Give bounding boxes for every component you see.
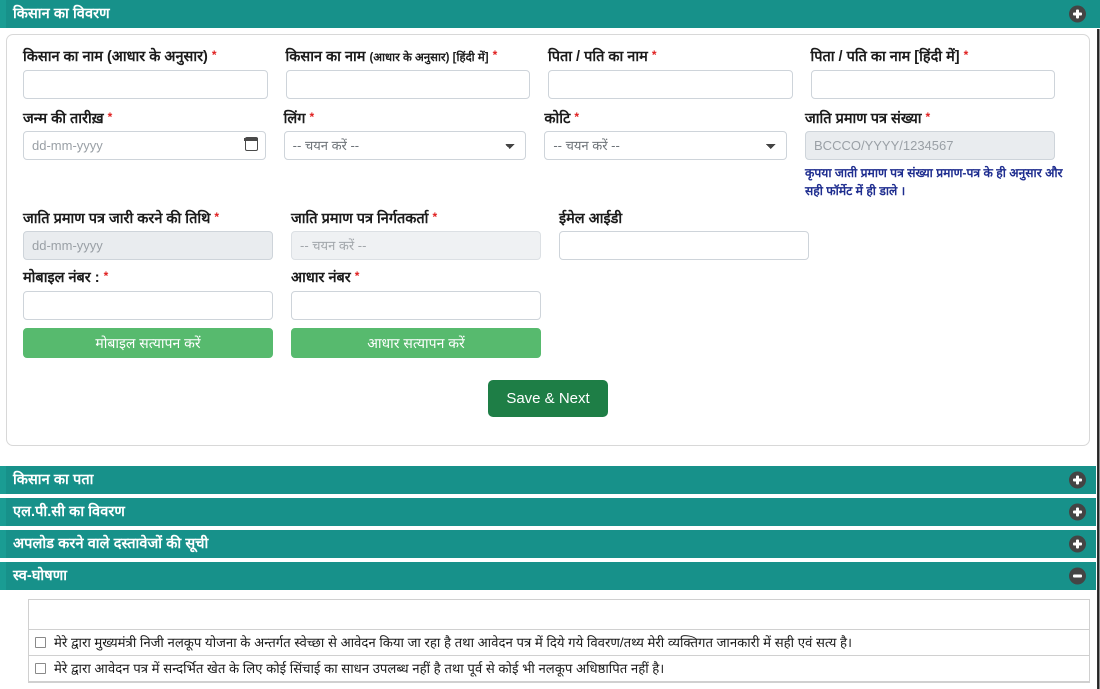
required-marker: * bbox=[211, 48, 217, 62]
save-next-button[interactable]: Save & Next bbox=[488, 380, 608, 418]
caste-certificate-hint: कृपया जाती प्रमाण पत्र संख्या प्रमाण-पत्… bbox=[805, 166, 1063, 199]
required-marker: * bbox=[651, 48, 657, 62]
field-email: ईमेल आईडी bbox=[559, 211, 827, 261]
field-caste-certificate-number: जाति प्रमाण पत्र संख्या * कृपया जाती प्र… bbox=[805, 109, 1073, 201]
declaration-text-1: मेरे द्वारा मुख्यमंत्री निजी नलकूप योजना… bbox=[54, 635, 853, 650]
field-mobile: मोबाइल नंबर : * मोबाइल सत्यापन करें bbox=[23, 269, 291, 359]
label-email: ईमेल आईडी bbox=[559, 210, 623, 227]
required-marker: * bbox=[309, 109, 315, 124]
caste-certificate-issue-date-input[interactable] bbox=[23, 231, 273, 261]
save-next-row: Save & Next bbox=[23, 380, 1073, 418]
plus-icon-lpc-details[interactable] bbox=[1069, 503, 1086, 521]
plus-icon-farmer-details[interactable] bbox=[1069, 5, 1086, 23]
father-husband-name-input[interactable] bbox=[548, 69, 793, 99]
accordion-title-farmer-address: किसान का पता bbox=[13, 471, 94, 488]
field-dob: जन्म की तारीख़ * bbox=[23, 109, 284, 201]
label-father-husband-name: पिता / पति का नाम * bbox=[548, 48, 657, 65]
mobile-input[interactable] bbox=[23, 291, 273, 321]
field-farmer-name-hindi: किसान का नाम (आधार के अनुसार) [हिंदी में… bbox=[285, 48, 549, 99]
form-row-dob-gender-category-caste: जन्म की तारीख़ * लिंग * -- चयन करें -- bbox=[23, 109, 1073, 201]
verify-mobile-button[interactable]: मोबाइल सत्यापन करें bbox=[23, 328, 273, 359]
label-caste-certificate-issue-date: जाति प्रमाण पत्र जारी करने की तिथि * bbox=[23, 209, 220, 227]
category-select[interactable]: -- चयन करें -- bbox=[544, 131, 788, 161]
required-marker: * bbox=[492, 48, 498, 62]
required-marker: * bbox=[925, 109, 931, 124]
label-farmer-name: किसान का नाम (आधार के अनुसार) * bbox=[23, 48, 217, 65]
accordion-header-farmer-address[interactable]: किसान का पता bbox=[0, 466, 1100, 495]
accordion-title-documents-list: अपलोड करने वाले दस्तावेजों की सूची bbox=[13, 535, 209, 552]
dob-date-wrapper bbox=[23, 131, 266, 161]
field-father-husband-name-hindi: पिता / पति का नाम [हिंदी में] * bbox=[810, 48, 1074, 99]
accordion-title-lpc-details: एल.पी.सी का विवरण bbox=[13, 503, 125, 520]
accordion-header-self-declaration[interactable]: स्व-घोषणा bbox=[0, 562, 1100, 591]
caste-certificate-issuer-select[interactable]: -- चयन करें -- bbox=[291, 231, 541, 261]
field-farmer-name: किसान का नाम (आधार के अनुसार) * bbox=[23, 48, 286, 99]
email-input[interactable] bbox=[559, 231, 809, 261]
farmer-name-hindi-input[interactable] bbox=[285, 69, 530, 99]
farmer-details-panel: किसान का नाम (आधार के अनुसार) * किसान का… bbox=[6, 34, 1090, 446]
father-husband-name-hindi-input[interactable] bbox=[810, 69, 1055, 99]
declaration-item-2[interactable]: मेरे द्वारा आवेदन पत्र में सन्दर्भित खेत… bbox=[29, 656, 1089, 683]
form-row-caste-issue-email: जाति प्रमाण पत्र जारी करने की तिथि * जात… bbox=[23, 209, 1073, 261]
label-dob: जन्म की तारीख़ * bbox=[23, 109, 113, 127]
required-marker: * bbox=[432, 209, 438, 224]
label-caste-certificate-issuer: जाति प्रमाण पत्र निर्गतकर्ता * bbox=[291, 209, 438, 227]
label-aadhaar: आधार नंबर * bbox=[291, 269, 360, 287]
form-row-names: किसान का नाम (आधार के अनुसार) * किसान का… bbox=[23, 48, 1074, 99]
verify-aadhaar-button[interactable]: आधार सत्यापन करें bbox=[291, 328, 541, 359]
accordion-header-farmer-details[interactable]: किसान का विवरण bbox=[0, 0, 1100, 29]
calendar-icon[interactable] bbox=[244, 137, 259, 152]
field-aadhaar: आधार नंबर * आधार सत्यापन करें bbox=[291, 269, 559, 359]
aadhaar-input[interactable] bbox=[291, 291, 541, 321]
required-marker: * bbox=[574, 109, 580, 124]
caste-certificate-number-input[interactable] bbox=[805, 131, 1056, 161]
plus-icon-farmer-address[interactable] bbox=[1069, 471, 1086, 489]
declaration-header-blank-row bbox=[29, 600, 1089, 630]
accordion-header-lpc-details[interactable]: एल.पी.सी का विवरण bbox=[0, 498, 1100, 527]
required-marker: * bbox=[107, 109, 113, 124]
field-category: कोटि * -- चयन करें -- bbox=[544, 109, 805, 201]
accordion-title-self-declaration: स्व-घोषणा bbox=[13, 567, 68, 584]
self-declaration-panel: मेरे द्वारा मुख्यमंत्री निजी नलकूप योजना… bbox=[28, 599, 1090, 684]
field-caste-certificate-issuer: जाति प्रमाण पत्र निर्गतकर्ता * -- चयन कर… bbox=[291, 209, 559, 261]
form-row-mobile-aadhaar: मोबाइल नंबर : * मोबाइल सत्यापन करें आधार… bbox=[23, 269, 1073, 359]
accordion-header-documents-list[interactable]: अपलोड करने वाले दस्तावेजों की सूची bbox=[0, 530, 1100, 559]
minus-icon-self-declaration[interactable] bbox=[1069, 567, 1086, 585]
required-marker: * bbox=[354, 269, 360, 284]
declaration-checkbox-1[interactable] bbox=[35, 637, 46, 649]
dob-input[interactable] bbox=[23, 131, 266, 161]
plus-icon-documents-list[interactable] bbox=[1069, 535, 1086, 553]
label-caste-certificate-number: जाति प्रमाण पत्र संख्या * bbox=[805, 109, 931, 127]
label-category: कोटि * bbox=[544, 109, 580, 127]
label-father-husband-name-hindi: पिता / पति का नाम [हिंदी में] * bbox=[810, 48, 969, 65]
label-mobile: मोबाइल नंबर : * bbox=[23, 269, 109, 287]
required-marker: * bbox=[103, 269, 109, 284]
declaration-item-1[interactable]: मेरे द्वारा मुख्यमंत्री निजी नलकूप योजना… bbox=[29, 630, 1089, 657]
gender-select[interactable]: -- चयन करें -- bbox=[283, 131, 527, 161]
label-gender: लिंग * bbox=[283, 109, 315, 127]
required-marker: * bbox=[214, 209, 220, 224]
field-father-husband-name: पिता / पति का नाम * bbox=[548, 48, 811, 99]
page-scrollbar[interactable] bbox=[1096, 29, 1100, 689]
application-form-page: किसान का विवरण किसान का नाम (आधार के अनु… bbox=[0, 0, 1100, 689]
farmer-name-input[interactable] bbox=[23, 69, 268, 99]
accordion-title-farmer-details: किसान का विवरण bbox=[13, 5, 110, 22]
label-farmer-name-hindi: किसान का नाम (आधार के अनुसार) [हिंदी में… bbox=[285, 48, 498, 65]
field-gender: लिंग * -- चयन करें -- bbox=[283, 109, 545, 201]
declaration-text-2: मेरे द्वारा आवेदन पत्र में सन्दर्भित खेत… bbox=[54, 661, 665, 677]
declaration-checkbox-2[interactable] bbox=[35, 663, 46, 675]
required-marker: * bbox=[963, 48, 969, 62]
field-caste-certificate-issue-date: जाति प्रमाण पत्र जारी करने की तिथि * bbox=[23, 209, 291, 261]
